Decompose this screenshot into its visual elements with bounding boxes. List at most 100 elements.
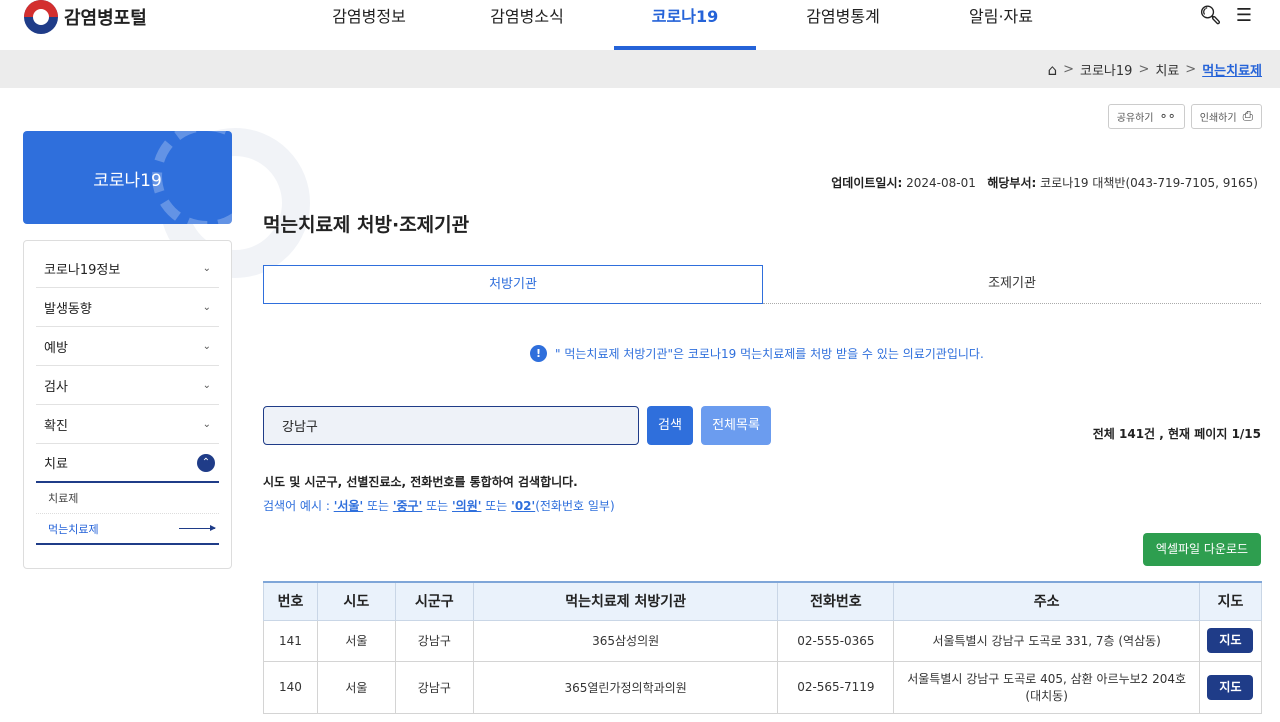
result-count: 전체 141건 , 현재 페이지 1/15 xyxy=(1092,427,1261,441)
print-button[interactable]: 인쇄하기 ⎙ xyxy=(1190,104,1262,129)
cell-no: 141 xyxy=(263,619,318,662)
site-logo[interactable]: 감염병포털 xyxy=(24,0,147,34)
cell-sigungu: 강남구 xyxy=(394,660,474,714)
or-word: 또는 xyxy=(481,499,512,513)
map-button[interactable]: 지도 xyxy=(1207,674,1254,700)
menu-icon[interactable]: ☰ xyxy=(1236,5,1252,26)
home-icon[interactable]: ⌂ xyxy=(1048,61,1058,79)
example-keyword: '02' xyxy=(511,499,536,513)
search-input[interactable] xyxy=(263,406,639,445)
chevron-right-icon: > xyxy=(1063,62,1075,77)
or-word: 또는 xyxy=(363,499,393,513)
sidebar-item-label: 치료 xyxy=(44,457,68,472)
cell-map: 지도 xyxy=(1198,660,1263,714)
cell-sido: 서울 xyxy=(316,660,396,714)
sidebar-item-label: 확진 xyxy=(44,418,68,434)
column-header: 먹는치료제 처방기관 xyxy=(472,581,779,621)
logo-text: 감염병포털 xyxy=(64,8,147,29)
sidebar-item-prevention[interactable]: 예방 ⌄ xyxy=(36,327,219,366)
sidebar-item-label: 검사 xyxy=(44,379,68,395)
full-list-button[interactable]: 전체목록 xyxy=(701,406,771,445)
page-tools: 공유하기 ∘∘ 인쇄하기 ⎙ xyxy=(1107,104,1262,129)
update-label: 업데이트일시: xyxy=(831,176,903,190)
breadcrumb-bar: ⌂ > 코로나19 > 치료 > 먹는치료제 xyxy=(0,50,1280,88)
example-keyword: '의원' xyxy=(452,499,482,513)
sidebar-subitem-oral-treatment[interactable]: 먹는치료제 xyxy=(36,514,219,545)
update-info: 업데이트일시: 2024-08-01 해당부서: 코로나19 대책반(043-7… xyxy=(831,174,1258,191)
chevron-right-icon: > xyxy=(1138,62,1150,77)
search-examples: 검색어 예시 : '서울' 또는 '중구' 또는 '의원' 또는 '02'(전화… xyxy=(263,497,615,514)
cell-facility: 365삼성의원 xyxy=(472,619,779,662)
sidebar-item-covid-info[interactable]: 코로나19정보 ⌄ xyxy=(36,249,219,288)
share-button[interactable]: 공유하기 ∘∘ xyxy=(1107,104,1185,129)
excel-download-button[interactable]: 엑셀파일 다운로드 xyxy=(1143,533,1261,566)
chevron-right-icon: > xyxy=(1185,62,1197,77)
example-keyword: '서울' xyxy=(333,499,364,513)
sidebar-item-trend[interactable]: 발생동향 ⌄ xyxy=(36,288,219,327)
cell-no: 140 xyxy=(263,660,318,714)
sidebar-title: 코로나19 xyxy=(93,171,162,191)
cell-sigungu: 강남구 xyxy=(394,619,474,662)
sidebar-header: 코로나19 xyxy=(23,131,232,224)
sidebar-subitem-label: 먹는치료제 xyxy=(48,522,99,536)
tab-dispensing[interactable]: 조제기관 xyxy=(763,265,1261,304)
cell-facility: 365열린가정의학과의원 xyxy=(472,660,779,714)
breadcrumb-item[interactable]: 치료 xyxy=(1155,60,1179,79)
column-header: 시도 xyxy=(316,581,396,621)
breadcrumb: ⌂ > 코로나19 > 치료 > 먹는치료제 xyxy=(1048,60,1262,80)
utility-icons: 🔍︎ ☰ xyxy=(1199,5,1252,26)
chevron-down-icon: ⌄ xyxy=(202,379,211,391)
share-label: 공유하기 xyxy=(1116,113,1154,124)
top-header: 감염병포털 감염병정보 감염병소식 코로나19 감염병통계 알림·자료 🔍︎ ☰ xyxy=(0,0,1280,50)
share-icon: ∘∘ xyxy=(1159,109,1176,124)
cell-address: 서울특별시 강남구 도곡로 405, 삼환 아르누보2 204호 (대치동) xyxy=(893,660,1200,714)
search-icon[interactable]: 🔍︎ xyxy=(1199,5,1222,26)
sidebar-item-treatment[interactable]: 치료 ⌃ xyxy=(36,444,219,483)
map-button[interactable]: 지도 xyxy=(1207,628,1254,653)
sidebar-item-confirmed[interactable]: 확진 ⌄ xyxy=(36,405,219,444)
cell-map: 지도 xyxy=(1198,619,1263,662)
tab-prescribing[interactable]: 처방기관 xyxy=(263,265,763,304)
print-label: 인쇄하기 xyxy=(1199,113,1237,124)
cell-sido: 서울 xyxy=(316,619,396,662)
update-date: 2024-08-01 xyxy=(906,176,976,190)
info-icon: ! xyxy=(530,345,547,362)
arrow-right-icon xyxy=(179,525,216,531)
nav-item-notices[interactable]: 알림·자료 xyxy=(922,0,1080,50)
table-header-row: 번호 시도 시군구 먹는치료제 처방기관 전화번호 주소 지도 xyxy=(263,581,1263,621)
sidebar-subitem-label: 치료제 xyxy=(48,492,79,505)
or-word: 또는 xyxy=(422,499,452,513)
search-button[interactable]: 검색 xyxy=(647,406,693,445)
tab-bar: 처방기관 조제기관 xyxy=(263,265,1261,304)
notice-text: " 먹는치료제 처방기관"은 코로나19 먹는치료제를 처방 받을 수 있는 의… xyxy=(555,347,984,361)
column-header: 번호 xyxy=(263,581,318,621)
nav-item-disease-news[interactable]: 감염병소식 xyxy=(448,0,606,50)
breadcrumb-item[interactable]: 코로나19 xyxy=(1080,60,1132,79)
main-nav: 감염병정보 감염병소식 코로나19 감염병통계 알림·자료 xyxy=(290,0,1080,50)
search-hint: 시도 및 시군구, 선별진료소, 전화번호를 통합하여 검색합니다. xyxy=(263,475,578,489)
sidebar-item-label: 예방 xyxy=(44,340,68,356)
chevron-down-icon: ⌄ xyxy=(202,262,211,274)
notice: ! " 먹는치료제 처방기관"은 코로나19 먹는치료제를 처방 받을 수 있는… xyxy=(530,345,984,362)
examples-suffix: (전화번호 일부) xyxy=(535,499,615,513)
nav-item-statistics[interactable]: 감염병통계 xyxy=(764,0,922,50)
sidebar-item-label: 코로나19정보 xyxy=(44,262,121,278)
page-title: 먹는치료제 처방·조제기관 xyxy=(263,214,470,236)
breadcrumb-current[interactable]: 먹는치료제 xyxy=(1202,60,1262,79)
column-header: 주소 xyxy=(893,581,1200,621)
chevron-down-icon: ⌄ xyxy=(202,418,211,430)
chevron-up-icon: ⌃ xyxy=(197,453,215,472)
sidebar-item-label: 발생동향 xyxy=(44,301,92,317)
cell-phone: 02-565-7119 xyxy=(777,660,895,714)
cell-phone: 02-555-0365 xyxy=(777,619,895,662)
nav-item-covid19[interactable]: 코로나19 xyxy=(606,0,764,50)
nav-item-disease-info[interactable]: 감염병정보 xyxy=(290,0,448,50)
chevron-down-icon: ⌄ xyxy=(202,340,211,352)
examples-prefix: 검색어 예시 : xyxy=(263,499,334,513)
sidebar-item-testing[interactable]: 검사 ⌄ xyxy=(36,366,219,405)
sidebar-subitem-treatments[interactable]: 치료제 xyxy=(36,483,219,514)
example-keyword: '중구' xyxy=(392,499,423,513)
sidebar-menu: 코로나19정보 ⌄ 발생동향 ⌄ 예방 ⌄ 검사 ⌄ 확진 ⌄ 치료 ⌃ 치료제… xyxy=(23,240,232,569)
table-row: 141 서울 강남구 365삼성의원 02-555-0365 서울특별시 강남구… xyxy=(263,619,1263,662)
results-table: 번호 시도 시군구 먹는치료제 처방기관 전화번호 주소 지도 141 서울 강… xyxy=(263,581,1263,714)
